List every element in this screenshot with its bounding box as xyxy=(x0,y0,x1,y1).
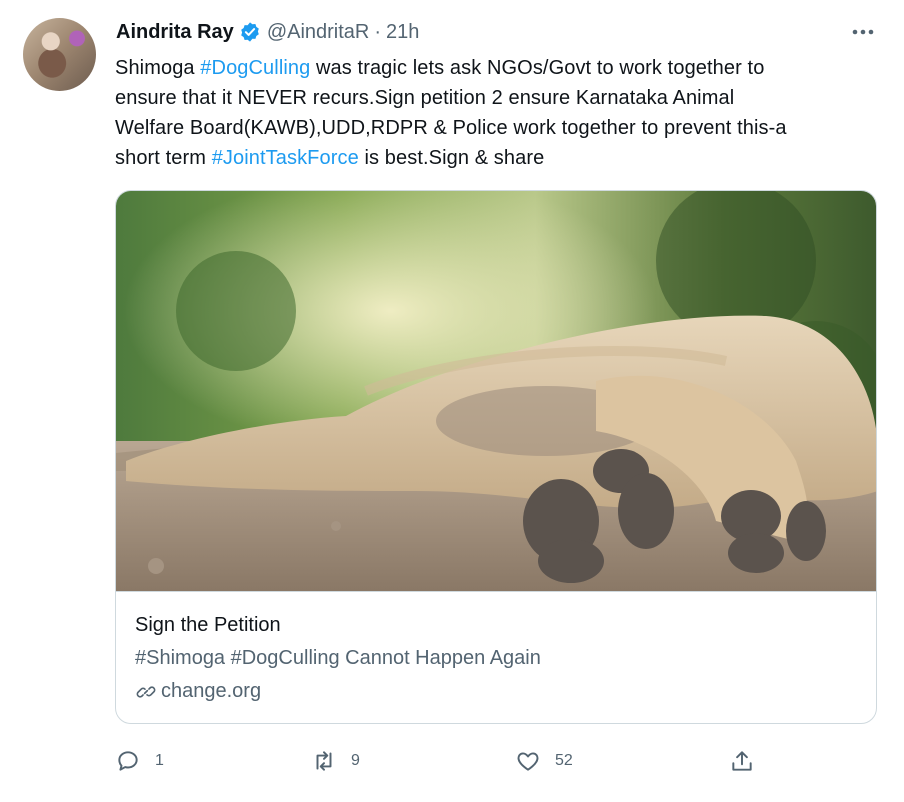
card-info[interactable]: Sign the Petition #Shimoga #DogCulling C… xyxy=(116,591,876,723)
more-options-icon[interactable] xyxy=(850,22,876,42)
card-domain-text: change.org xyxy=(161,680,262,702)
link-icon xyxy=(136,685,156,698)
link-card[interactable]: Sign the Petition #Shimoga #DogCulling C… xyxy=(115,190,877,724)
tweet-text-segment: short term xyxy=(115,147,212,169)
like-button[interactable]: 52 xyxy=(515,744,573,778)
card-image[interactable] xyxy=(116,191,876,591)
tweet-text-line: Shimoga #DogCulling was tragic lets ask … xyxy=(115,53,875,83)
verified-badge-icon xyxy=(241,22,259,42)
retweet-icon xyxy=(316,751,332,771)
like-count: 52 xyxy=(555,752,573,769)
tweet-text-segment: ensure that it NEVER recurs.Sign petitio… xyxy=(115,87,735,109)
like-icon xyxy=(517,752,539,771)
tweet[interactable]: Aindrita Ray @AindritaR · 21h Shimoga #D… xyxy=(0,0,904,802)
card-description: #Shimoga #DogCulling Cannot Happen Again xyxy=(135,647,541,669)
reply-count: 1 xyxy=(155,752,164,769)
retweet-count: 9 xyxy=(351,752,360,769)
retweet-button[interactable]: 9 xyxy=(311,744,360,778)
tweet-actions: 1 9 52 xyxy=(115,744,875,778)
tweet-text-segment: Welfare Board(KAWB),UDD,RDPR & Police wo… xyxy=(115,117,787,139)
card-title: Sign the Petition xyxy=(135,614,281,636)
tweet-text-segment: Shimoga xyxy=(115,57,201,79)
tweet-text-segment: is best.Sign & share xyxy=(358,147,545,169)
card-domain: change.org xyxy=(135,680,261,703)
reply-icon xyxy=(118,751,138,771)
tweet-text-line: Welfare Board(KAWB),UDD,RDPR & Police wo… xyxy=(115,113,875,143)
share-button[interactable] xyxy=(729,744,755,778)
tweet-text-segment: was tragic lets ask NGOs/Govt to work to… xyxy=(310,57,765,79)
separator-dot: · xyxy=(374,20,382,43)
tweet-timestamp[interactable]: 21h xyxy=(386,21,419,44)
author-handle[interactable]: @AindritaR xyxy=(267,21,370,44)
tweet-text-line: ensure that it NEVER recurs.Sign petitio… xyxy=(115,83,875,113)
tweet-text-line: short term #JointTaskForce is best.Sign … xyxy=(115,143,875,173)
author-name[interactable]: Aindrita Ray xyxy=(116,21,234,44)
hashtag-link[interactable]: #DogCulling xyxy=(200,57,310,79)
hashtag-link[interactable]: #JointTaskForce xyxy=(212,147,359,169)
avatar[interactable] xyxy=(23,18,96,91)
tweet-text: Shimoga #DogCulling was tragic lets ask … xyxy=(115,53,875,173)
tweet-header: Aindrita Ray @AindritaR · 21h xyxy=(116,17,419,47)
reply-button[interactable]: 1 xyxy=(115,744,164,778)
share-icon xyxy=(732,751,752,771)
